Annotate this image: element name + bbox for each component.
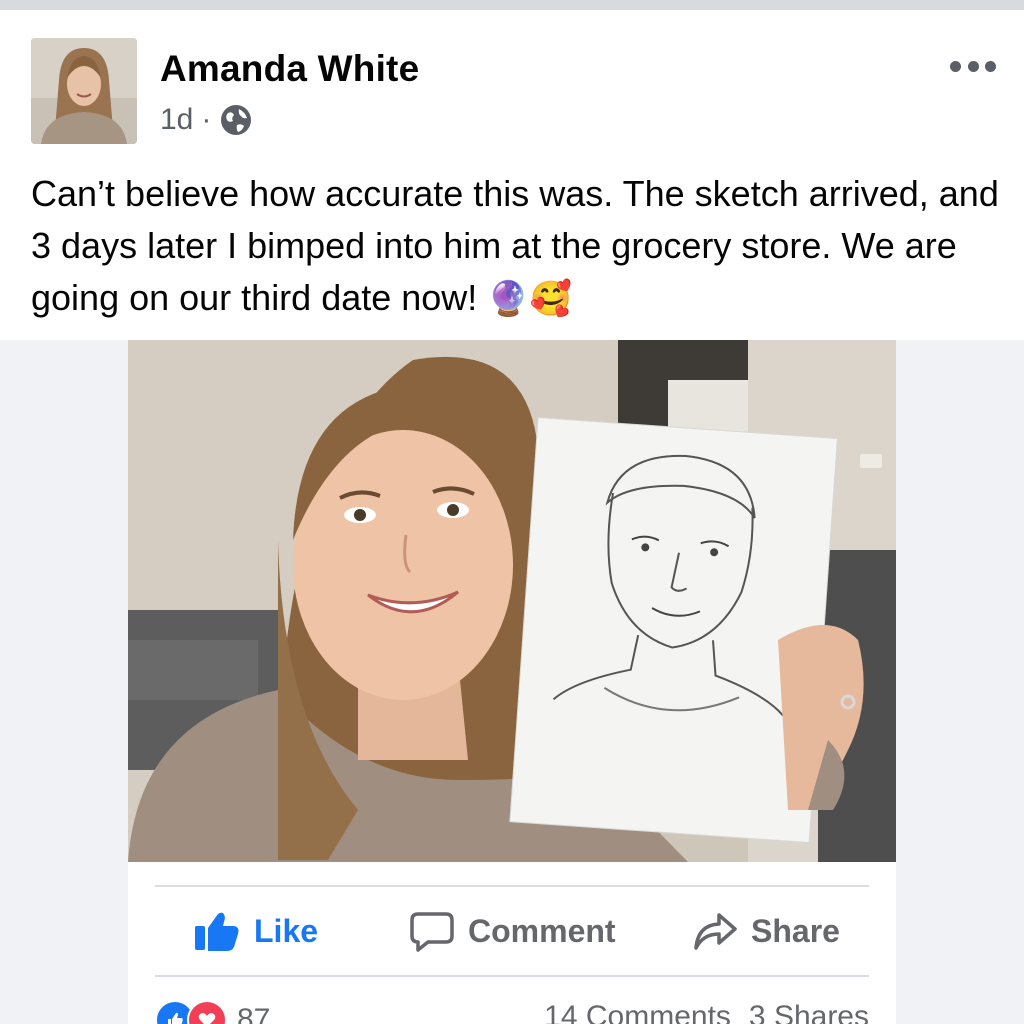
comment-button[interactable]: Comment xyxy=(410,906,616,956)
more-options-icon[interactable] xyxy=(950,54,996,78)
reaction-count: 87 xyxy=(237,1003,271,1024)
like-button[interactable]: Like xyxy=(194,906,318,956)
actions-top-divider xyxy=(155,885,869,887)
post-stats: 87 14 Comments 3 Shares xyxy=(155,1000,869,1024)
post-meta: 1d · xyxy=(160,100,253,140)
post-photo[interactable] xyxy=(128,340,896,862)
comment-label: Comment xyxy=(468,912,616,949)
meta-separator: · xyxy=(201,103,212,136)
selfie-with-sketch-image xyxy=(128,340,896,862)
reactions-summary[interactable]: 87 xyxy=(155,1000,270,1024)
actions-bottom-divider xyxy=(155,975,869,977)
love-reaction-icon xyxy=(187,1000,227,1024)
post-text: Can’t believe how accurate this was. The… xyxy=(31,168,1006,325)
engagement-counts: 14 Comments 3 Shares xyxy=(544,1000,869,1024)
like-label: Like xyxy=(254,912,319,949)
share-button[interactable]: Share xyxy=(693,906,840,956)
post-time[interactable]: 1d xyxy=(160,103,193,137)
comment-bubble-icon xyxy=(410,912,454,952)
comments-count[interactable]: 14 Comments xyxy=(544,1000,731,1024)
post-emoji: 🔮🥰 xyxy=(487,280,572,318)
top-divider xyxy=(0,0,1024,10)
author-name[interactable]: Amanda White xyxy=(160,48,419,90)
globe-icon xyxy=(219,103,253,137)
thumbs-up-icon xyxy=(195,912,239,951)
facebook-post-screen: Amanda White 1d · Can’t believe how accu… xyxy=(0,0,1024,1024)
avatar-image xyxy=(31,38,137,144)
share-label: Share xyxy=(751,912,840,949)
post-header: Amanda White 1d · Can’t believe how accu… xyxy=(0,10,1024,340)
shares-count[interactable]: 3 Shares xyxy=(749,1000,869,1024)
share-arrow-icon xyxy=(694,913,737,950)
author-avatar[interactable] xyxy=(31,38,137,144)
photo-card: Like Comment Share xyxy=(128,340,896,1024)
